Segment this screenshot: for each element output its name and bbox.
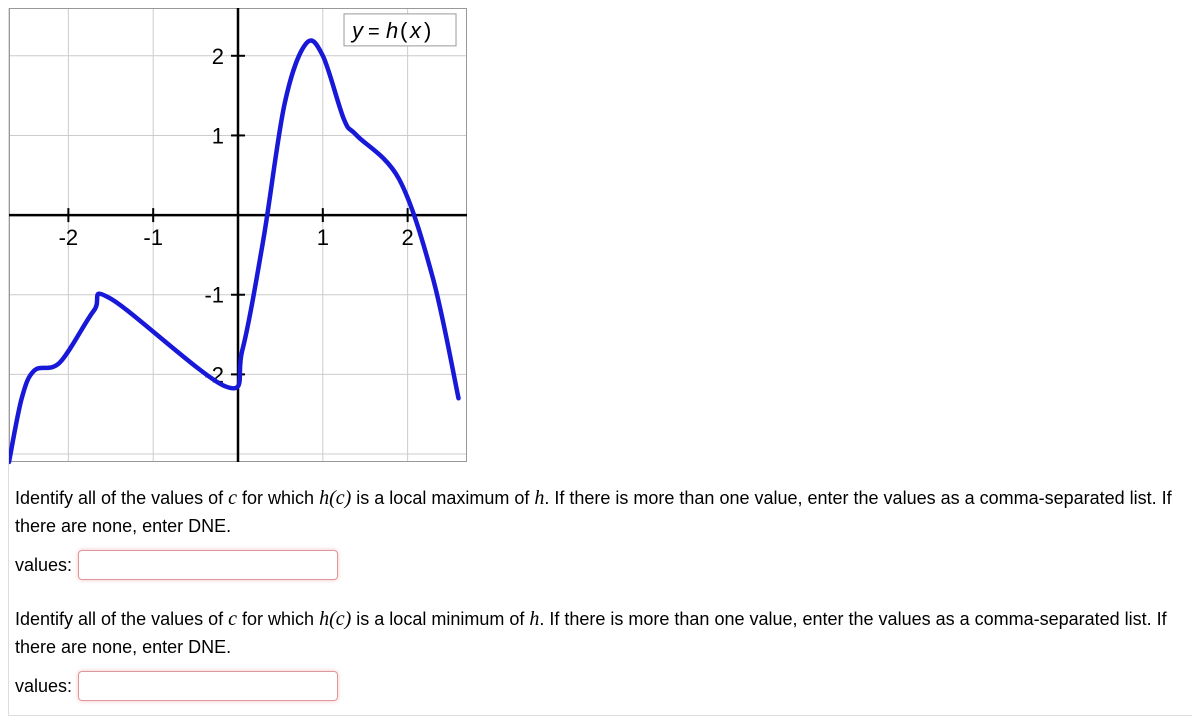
q2-c: c bbox=[228, 608, 237, 630]
svg-text:1: 1 bbox=[317, 225, 329, 250]
svg-text:y: y bbox=[350, 18, 365, 43]
svg-text:2: 2 bbox=[212, 44, 224, 69]
values-label-1: values: bbox=[15, 555, 72, 576]
svg-text:2: 2 bbox=[402, 225, 414, 250]
q2-hc: h(c) bbox=[319, 608, 351, 630]
problem-container: -2-112-2-112 y=h(x) Identify all of the … bbox=[8, 8, 1192, 716]
question-1-text: Identify all of the values of c for whic… bbox=[9, 473, 1192, 546]
chart-area: -2-112-2-112 y=h(x) bbox=[9, 8, 1192, 473]
answer-row-2: values: bbox=[9, 667, 1192, 715]
q2-h: h bbox=[529, 608, 539, 630]
values-label-2: values: bbox=[15, 676, 72, 697]
svg-text:-2: -2 bbox=[59, 225, 79, 250]
svg-text:-1: -1 bbox=[143, 225, 163, 250]
q1-hc: h(c) bbox=[319, 487, 351, 509]
svg-text:): ) bbox=[424, 18, 431, 43]
svg-text:h: h bbox=[386, 18, 398, 43]
svg-text:(: ( bbox=[400, 18, 408, 43]
q1-islocal: is a local maximum of bbox=[351, 488, 534, 508]
values-input-2[interactable] bbox=[78, 671, 338, 701]
svg-text:=: = bbox=[368, 21, 380, 43]
q1-c: c bbox=[228, 487, 237, 509]
q2-islocal: is a local minimum of bbox=[351, 609, 529, 629]
q2-middle: for which bbox=[237, 609, 319, 629]
answer-row-1: values: bbox=[9, 546, 1192, 594]
q1-prefix: Identify all of the values of bbox=[15, 488, 228, 508]
q1-middle: for which bbox=[237, 488, 319, 508]
svg-text:x: x bbox=[409, 18, 422, 43]
q2-prefix: Identify all of the values of bbox=[15, 609, 228, 629]
svg-text:1: 1 bbox=[212, 123, 224, 148]
values-input-1[interactable] bbox=[78, 550, 338, 580]
q1-h: h bbox=[534, 487, 544, 509]
question-2-text: Identify all of the values of c for whic… bbox=[9, 594, 1192, 667]
function-graph: -2-112-2-112 y=h(x) bbox=[9, 8, 474, 468]
svg-text:-1: -1 bbox=[204, 283, 224, 308]
